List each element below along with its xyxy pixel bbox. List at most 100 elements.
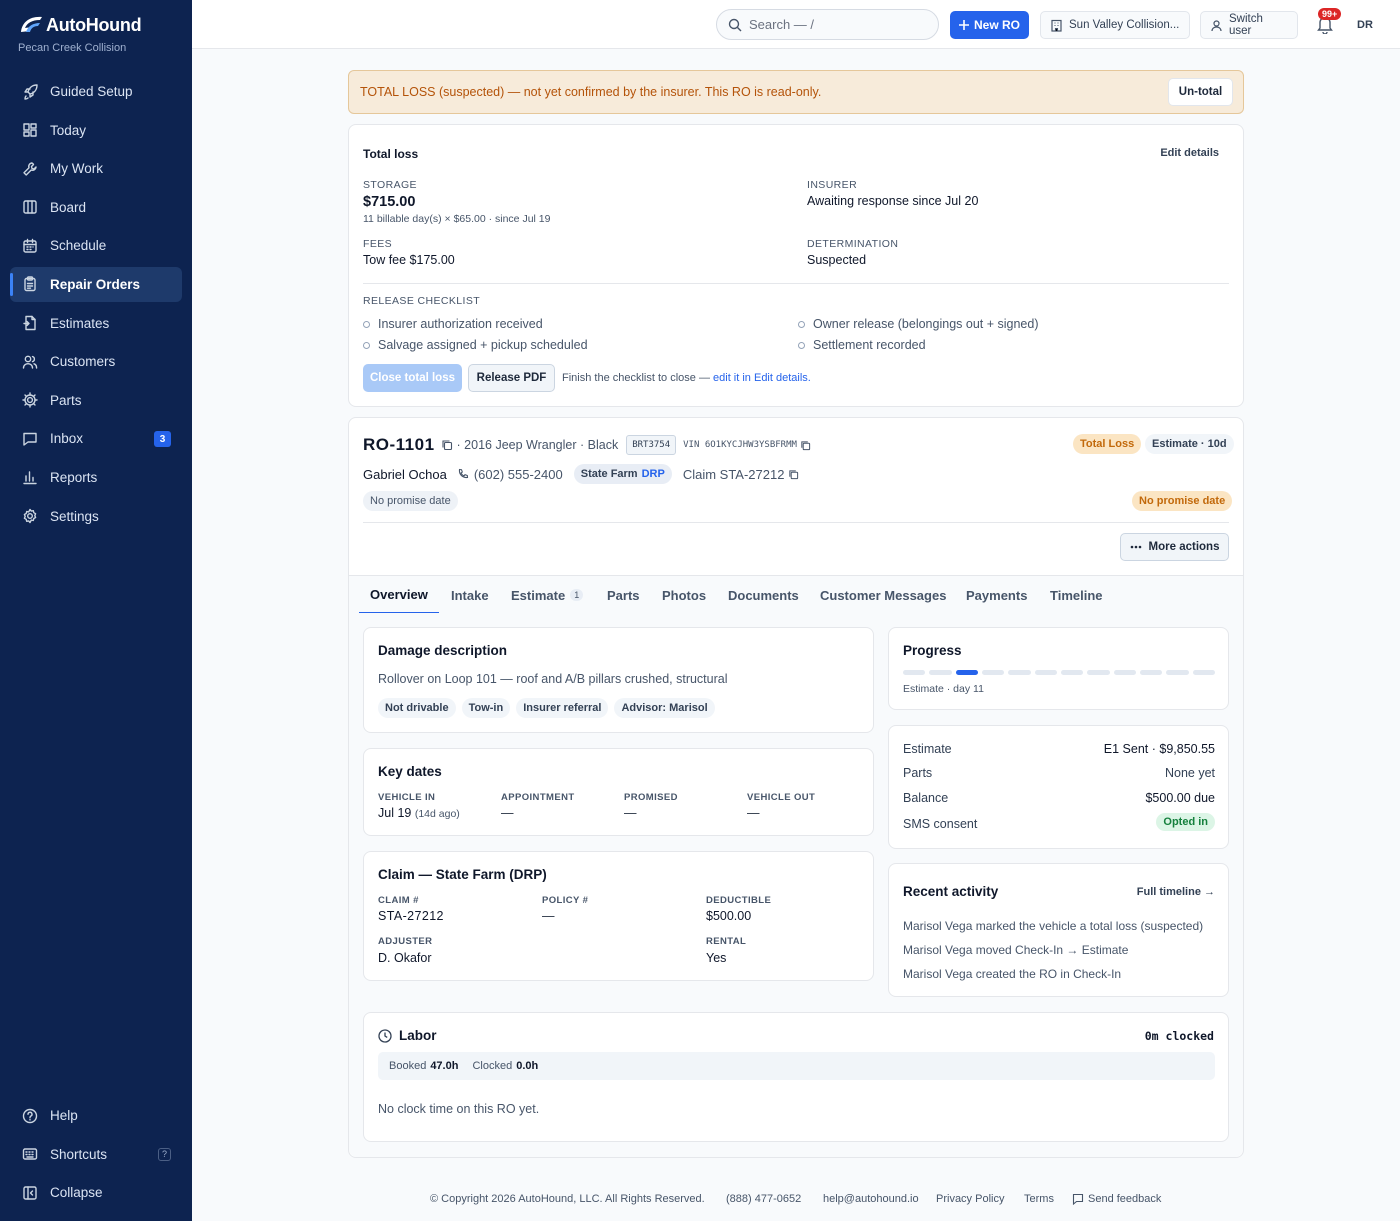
storage-amount: $715.00 (363, 194, 416, 210)
progress-stepper (903, 670, 1215, 675)
sidebar-item-schedule[interactable]: Schedule (10, 228, 182, 263)
edit-details-link[interactable]: edit it in Edit details. (713, 372, 811, 384)
autohound-logo-icon (18, 14, 44, 36)
checkbox-circle-icon (798, 320, 805, 328)
booked-value: 47.0h (430, 1060, 459, 1072)
sidebar-item-board[interactable]: Board (10, 190, 182, 225)
rocket-icon (21, 83, 50, 101)
copy-icon[interactable] (788, 469, 799, 480)
tab-estimate[interactable]: Estimate 1 (511, 576, 584, 614)
release-pdf-button[interactable]: Release PDF (468, 364, 555, 392)
policy-label: POLICY # (542, 895, 589, 906)
parts-label: Parts (903, 766, 933, 780)
sidebar-item-today[interactable]: Today (10, 113, 182, 148)
activity-title: Recent activity (903, 884, 999, 899)
sidebar-item-my-work[interactable]: My Work (10, 151, 182, 186)
tab-payments[interactable]: Payments (966, 576, 1027, 614)
sidebar-item-label: Inbox (50, 431, 84, 447)
sidebar-item-label: Customers (50, 354, 116, 370)
sidebar: AutoHound Pecan Creek Collision Guided S… (0, 0, 192, 1221)
tab-customer-messages[interactable]: Customer Messages (820, 576, 946, 614)
brand-name: AutoHound (46, 14, 142, 35)
progress-step (1087, 670, 1110, 675)
progress-step (981, 670, 1005, 675)
checkbox-circle-icon (363, 320, 370, 328)
search-icon (728, 18, 749, 32)
gear-icon (21, 391, 50, 409)
sidebar-item-customers[interactable]: Customers (10, 344, 182, 379)
checklist-item[interactable]: Settlement recorded (798, 338, 926, 352)
support-email[interactable]: help@autohound.io (823, 1193, 919, 1205)
terms-link[interactable]: Terms (1024, 1193, 1054, 1205)
appointment-label: APPOINTMENT (501, 792, 575, 803)
avatar[interactable]: DR (1352, 12, 1378, 38)
notification-count-badge: 99+ (1318, 8, 1342, 20)
promised-value: — (624, 806, 637, 820)
divider (363, 522, 1229, 523)
phone-number[interactable]: (602) 555-2400 (474, 467, 563, 482)
new-ro-button[interactable]: New RO (950, 11, 1029, 39)
full-timeline-link[interactable]: Full timeline → (1137, 886, 1215, 898)
checklist-item-label: Owner release (belongings out + signed) (813, 317, 1039, 331)
clocked-total: 0m clocked (1144, 1029, 1214, 1043)
sidebar-item-settings[interactable]: Settings (10, 499, 182, 534)
copy-icon[interactable] (441, 439, 453, 451)
sidebar-item-inbox[interactable]: Inbox 3 (10, 421, 182, 456)
sidebar-item-label: Reports (50, 469, 98, 485)
sidebar-item-label: Repair Orders (50, 276, 141, 292)
tab-overview[interactable]: Overview (359, 576, 439, 614)
privacy-policy-link[interactable]: Privacy Policy (936, 1193, 1004, 1205)
insurer-label: INSURER (807, 179, 858, 191)
more-actions-button[interactable]: More actions (1120, 533, 1229, 561)
copy-icon[interactable] (800, 440, 811, 451)
sidebar-item-estimates[interactable]: Estimates (10, 306, 182, 341)
columns-icon (21, 198, 50, 216)
labor-empty-state: No clock time on this RO yet. (378, 1102, 540, 1116)
edit-details-button[interactable]: Edit details (1160, 147, 1219, 159)
damage-tags: Not drivable Tow-in Insurer referral Adv… (378, 698, 721, 718)
calendar-icon (21, 237, 50, 255)
progress-step (903, 670, 926, 675)
send-feedback-link[interactable]: Send feedback (1072, 1193, 1161, 1205)
total-loss-card: Total loss Edit details STORAGE $715.00 … (348, 124, 1244, 407)
sidebar-item-parts[interactable]: Parts (10, 383, 182, 418)
tab-label: Parts (607, 587, 640, 603)
checklist-item[interactable]: Owner release (belongings out + signed) (798, 317, 1038, 331)
sidebar-item-reports[interactable]: Reports (10, 460, 182, 495)
location-switcher-button[interactable]: Sun Valley Collision... (1040, 11, 1190, 39)
sidebar-item-label: Shortcuts (50, 1146, 108, 1162)
checklist-item-label: Insurer authorization received (378, 317, 543, 331)
customer-name[interactable]: Gabriel Ochoa (363, 467, 447, 482)
checklist-item[interactable]: Salvage assigned + pickup scheduled (363, 338, 588, 352)
close-total-loss-button[interactable]: Close total loss (363, 364, 462, 392)
sidebar-item-shortcuts[interactable]: Shortcuts? (10, 1137, 182, 1172)
search-input[interactable]: Search — / (716, 9, 939, 40)
progress-title: Progress (903, 643, 962, 658)
sidebar-item-label: Help (50, 1108, 78, 1123)
settings-icon (21, 507, 50, 525)
switch-user-label: Switch user (1229, 13, 1263, 37)
promise-date-warning-badge: No promise date (1132, 491, 1233, 511)
tab-parts[interactable]: Parts (607, 576, 640, 614)
sidebar-item-repair-orders[interactable]: Repair Orders (10, 266, 182, 302)
release-checklist-label: RELEASE CHECKLIST (363, 295, 481, 307)
sidebar-item-guided-setup[interactable]: Guided Setup (10, 74, 182, 109)
tab-documents[interactable]: Documents (728, 576, 799, 614)
tab-label: Intake (451, 587, 489, 603)
un-total-button[interactable]: Un-total (1168, 78, 1233, 106)
checklist-item[interactable]: Insurer authorization received (363, 317, 543, 331)
sidebar-item-help[interactable]: Help (10, 1098, 182, 1133)
storage-label: STORAGE (363, 179, 417, 191)
ro-title-row: RO-1101 · 2016 Jeep Wrangler · Black BRT… (363, 435, 811, 455)
sidebar-item-label: Estimates (50, 315, 110, 331)
user-icon (1210, 19, 1223, 32)
support-phone[interactable]: (888) 477-0652 (726, 1193, 801, 1205)
sidebar-item-label: Settings (50, 508, 99, 524)
labor-title: Labor (399, 1028, 437, 1043)
switch-user-button[interactable]: Switch user (1200, 11, 1298, 39)
sidebar-item-collapse[interactable]: Collapse (10, 1175, 182, 1210)
tab-timeline[interactable]: Timeline (1050, 576, 1103, 614)
brand[interactable]: AutoHound Pecan Creek Collision (18, 14, 142, 55)
tab-intake[interactable]: Intake (451, 576, 489, 614)
tab-photos[interactable]: Photos (662, 576, 706, 614)
